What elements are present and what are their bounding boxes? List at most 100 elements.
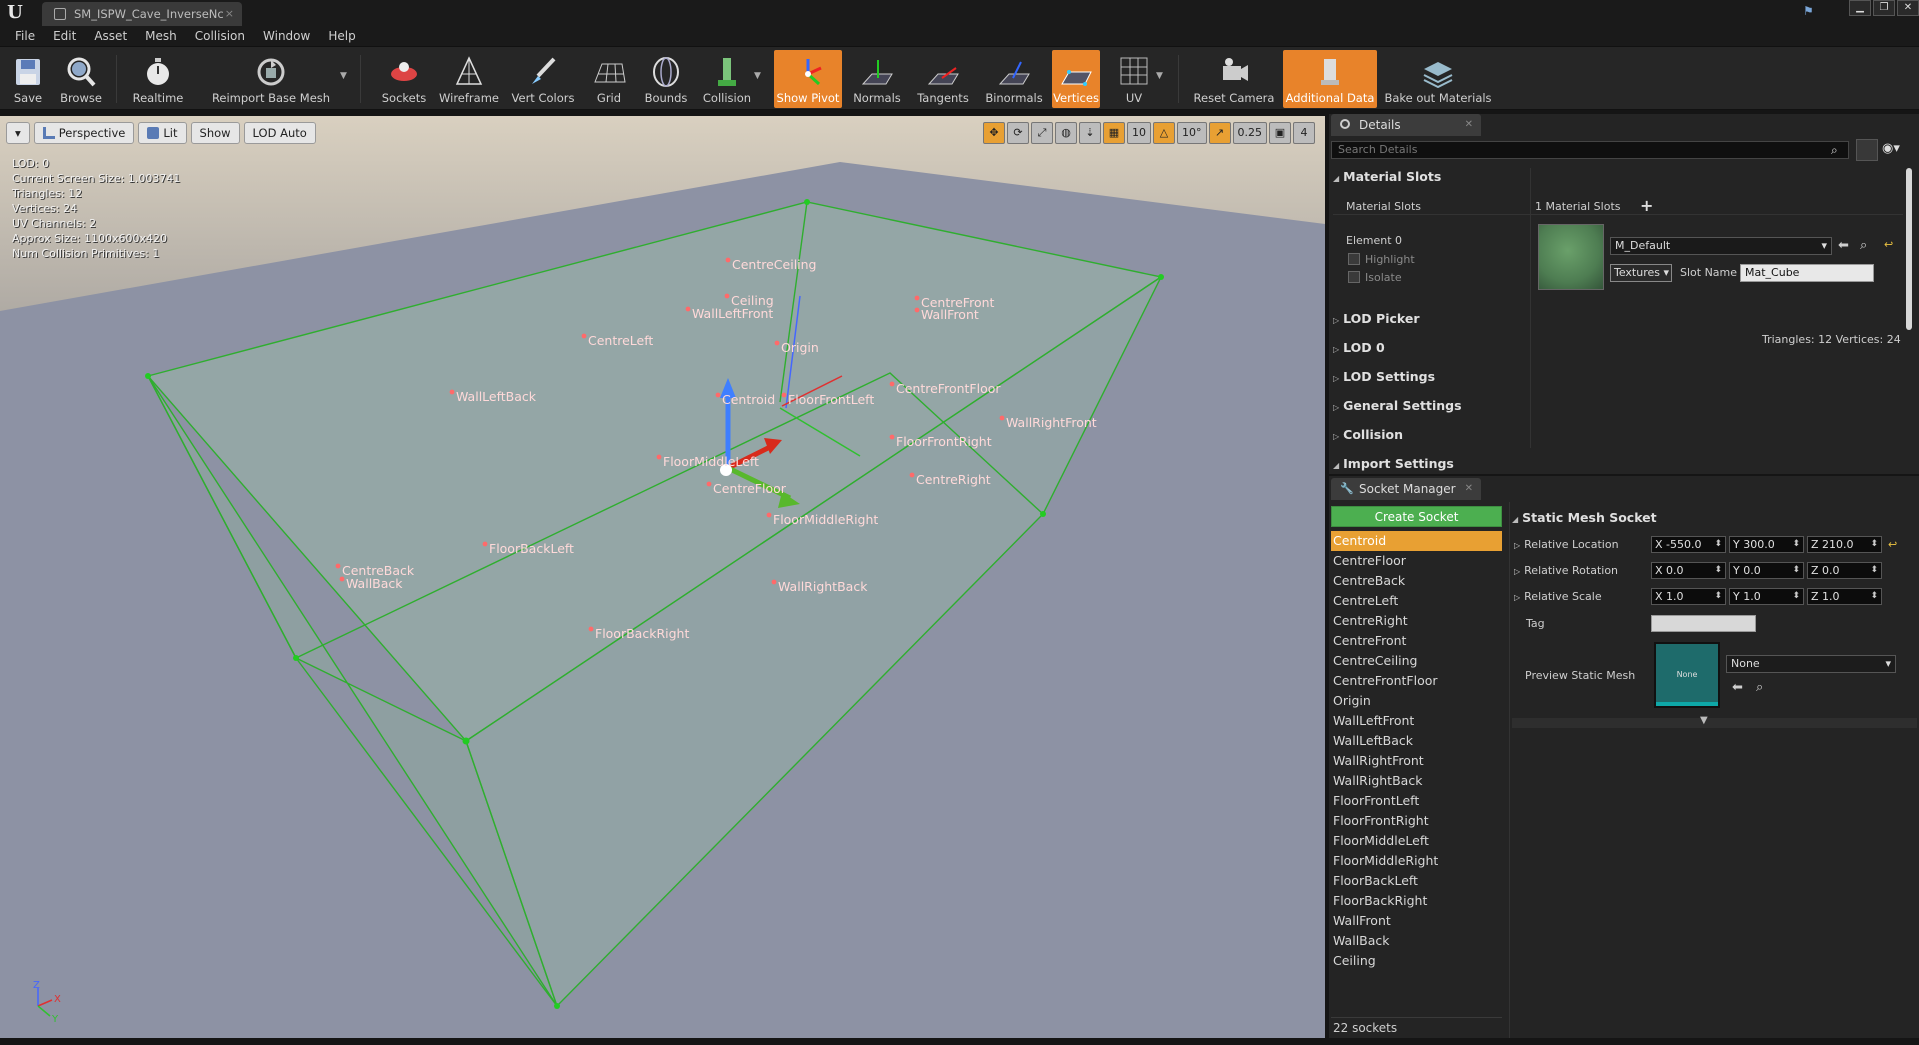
socket-marker[interactable] <box>774 340 780 346</box>
socket-marker[interactable] <box>482 541 488 547</box>
relative-location-label[interactable]: ▷ Relative Location <box>1514 538 1619 551</box>
menu-edit[interactable]: Edit <box>44 26 85 46</box>
additional-data-button[interactable]: Additional Data <box>1283 50 1377 108</box>
scale-z-field[interactable]: Z 1.0 ⬍ <box>1807 588 1882 605</box>
category-import-settings[interactable]: ◢ Import Settings <box>1333 454 1454 474</box>
use-selected-arrow-icon[interactable]: ⬅ <box>1838 238 1849 253</box>
scale-mode-icon[interactable]: ⤢ <box>1031 122 1053 144</box>
category-lod-0[interactable]: ▷ LOD 0 <box>1333 338 1385 358</box>
close-tab-icon[interactable]: × <box>225 2 234 26</box>
world-local-icon[interactable]: ◍ <box>1055 122 1077 144</box>
camera-speed-value[interactable]: 4 <box>1293 122 1315 144</box>
socket-marker[interactable] <box>656 454 662 460</box>
isolate-checkbox[interactable] <box>1348 271 1360 283</box>
normals-button[interactable]: Normals <box>852 50 902 108</box>
socket-list-item[interactable]: Origin <box>1331 691 1502 711</box>
menu-window[interactable]: Window <box>254 26 319 46</box>
sockets-button[interactable]: Sockets <box>378 50 430 108</box>
reset-camera-button[interactable]: Reset Camera <box>1192 50 1276 108</box>
reimport-dropdown-icon[interactable]: ▼ <box>340 71 347 81</box>
socket-marker[interactable] <box>725 257 731 263</box>
close-icon[interactable]: ✕ <box>1465 478 1473 500</box>
realtime-button[interactable]: Realtime <box>130 50 186 108</box>
socket-marker[interactable] <box>685 306 691 312</box>
grid-snap-value[interactable]: 10 <box>1127 122 1151 144</box>
scale-snap-icon[interactable]: ↗ <box>1208 122 1231 144</box>
save-button[interactable]: Save <box>8 50 48 108</box>
socket-marker[interactable] <box>588 626 594 632</box>
tangents-button[interactable]: Tangents <box>914 50 972 108</box>
location-x-field[interactable]: X -550.0 ⬍ <box>1651 536 1726 553</box>
document-tab[interactable]: SM_ISPW_Cave_InverseNc × <box>42 2 242 26</box>
add-material-slot-button[interactable]: + <box>1640 196 1653 215</box>
socket-marker[interactable] <box>781 392 787 398</box>
surface-snap-icon[interactable]: ⇣ <box>1079 122 1101 144</box>
socket-list-item[interactable]: WallRightBack <box>1331 771 1502 791</box>
socket-list-item[interactable]: WallRightFront <box>1331 751 1502 771</box>
show-pivot-button[interactable]: Show Pivot <box>774 50 842 108</box>
search-details-input[interactable]: Search Details <box>1331 141 1849 159</box>
relative-scale-label[interactable]: ▷ Relative Scale <box>1514 590 1602 603</box>
socket-list-item[interactable]: CentreFront <box>1331 631 1502 651</box>
socket-list-item[interactable]: CentreFloor <box>1331 551 1502 571</box>
eye-icon[interactable]: ◉▾ <box>1882 141 1900 156</box>
socket-list-item[interactable]: FloorBackLeft <box>1331 871 1502 891</box>
socket-list-item[interactable]: CentreBack <box>1331 571 1502 591</box>
browse-asset-icon[interactable]: ⌕ <box>1756 680 1763 695</box>
socket-list-item[interactable]: FloorMiddleRight <box>1331 851 1502 871</box>
socket-marker[interactable] <box>449 389 455 395</box>
viewport[interactable]: CentreCeiling Ceiling WallLeftFront CentreF… <box>0 116 1325 1038</box>
tag-input[interactable] <box>1651 615 1756 632</box>
binormals-button[interactable]: Binormals <box>984 50 1044 108</box>
category-lod-settings[interactable]: ▷ LOD Settings <box>1333 367 1435 387</box>
socket-list-item[interactable]: CentreFrontFloor <box>1331 671 1502 691</box>
use-selected-arrow-icon[interactable]: ⬅ <box>1732 680 1743 695</box>
socket-marker[interactable] <box>581 333 587 339</box>
uv-button[interactable]: UV <box>1108 50 1160 108</box>
slot-name-input[interactable]: Mat_Cube <box>1740 264 1874 282</box>
socket-marker[interactable] <box>339 576 345 582</box>
socket-list-item[interactable]: FloorMiddleLeft <box>1331 831 1502 851</box>
static-mesh-socket-section[interactable]: ◢ Static Mesh Socket <box>1512 510 1657 525</box>
highlight-checkbox[interactable] <box>1348 253 1360 265</box>
rotation-y-field[interactable]: Y 0.0 ⬍ <box>1729 562 1804 579</box>
category-general-settings[interactable]: ▷ General Settings <box>1333 396 1462 416</box>
menu-file[interactable]: File <box>6 26 44 46</box>
browse-asset-icon[interactable]: ⌕ <box>1860 238 1867 253</box>
socket-manager-tab[interactable]: 🔧 Socket Manager ✕ <box>1331 478 1481 500</box>
relative-rotation-label[interactable]: ▷ Relative Rotation <box>1514 564 1618 577</box>
socket-list-item[interactable]: FloorBackRight <box>1331 891 1502 911</box>
lit-button[interactable]: Lit <box>138 122 187 144</box>
rotation-z-field[interactable]: Z 0.0 ⬍ <box>1807 562 1882 579</box>
location-z-field[interactable]: Z 210.0 ⬍ <box>1807 536 1882 553</box>
category-material-slots[interactable]: ◢ Material Slots <box>1333 167 1441 187</box>
socket-marker[interactable] <box>335 563 341 569</box>
socket-list-item[interactable]: CentreLeft <box>1331 591 1502 611</box>
vert-colors-button[interactable]: Vert Colors <box>512 50 574 108</box>
preview-mesh-combo[interactable]: None ▾ <box>1726 655 1896 673</box>
uv-dropdown-icon[interactable]: ▼ <box>1156 71 1163 81</box>
camera-speed-icon[interactable]: ▣ <box>1269 122 1291 144</box>
details-tab[interactable]: Details ✕ <box>1331 114 1481 136</box>
category-lod-picker[interactable]: ▷ LOD Picker <box>1333 309 1420 329</box>
socket-marker[interactable] <box>889 381 895 387</box>
details-scrollbar[interactable] <box>1906 168 1912 330</box>
collision-button[interactable]: Collision <box>700 50 754 108</box>
viewport-options-button[interactable]: ▾ <box>6 122 30 144</box>
category-collision[interactable]: ▷ Collision <box>1333 425 1403 445</box>
vertices-button[interactable]: Vertices <box>1052 50 1100 108</box>
socket-list-item[interactable]: FloorFrontLeft <box>1331 791 1502 811</box>
socket-list-item[interactable]: Ceiling <box>1331 951 1502 971</box>
socket-marker[interactable] <box>999 415 1005 421</box>
collision-dropdown-icon[interactable]: ▼ <box>754 71 761 81</box>
search-icon[interactable]: ⌕ <box>1831 143 1838 158</box>
socket-list-item[interactable]: WallLeftBack <box>1331 731 1502 751</box>
socket-marker[interactable] <box>889 434 895 440</box>
grid-snap-icon[interactable]: ▦ <box>1103 122 1125 144</box>
rotate-mode-icon[interactable]: ⟳ <box>1007 122 1029 144</box>
material-thumbnail[interactable] <box>1538 224 1604 290</box>
scale-x-field[interactable]: X 1.0 ⬍ <box>1651 588 1726 605</box>
translate-mode-icon[interactable]: ✥ <box>983 122 1005 144</box>
socket-marker[interactable] <box>724 293 730 299</box>
reimport-button[interactable]: Reimport Base Mesh <box>212 50 330 108</box>
